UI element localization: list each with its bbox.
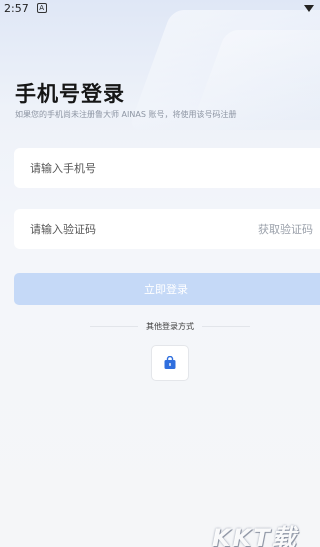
- login-button[interactable]: 立即登录: [14, 273, 320, 305]
- alt-login-button[interactable]: [151, 345, 189, 381]
- phone-input[interactable]: [30, 161, 230, 175]
- other-login-divider: 其他登录方式: [90, 320, 250, 332]
- bag-icon: [164, 356, 176, 369]
- other-login-label: 其他登录方式: [146, 321, 194, 331]
- wifi-icon: [304, 4, 314, 12]
- verification-code-input[interactable]: [30, 222, 230, 236]
- page-title: 手机号登录: [15, 82, 125, 106]
- page-subtitle: 如果您的手机尚未注册鲁大师 AINAS 账号，将使用该号码注册: [15, 110, 237, 119]
- divider-line-right: [202, 325, 250, 327]
- phone-field[interactable]: [14, 148, 320, 188]
- status-time: 2:57: [4, 1, 29, 15]
- watermark-logo: KKT载: [212, 524, 298, 547]
- notification-icon: A: [36, 3, 47, 13]
- status-bar: 2:57 A: [0, 0, 318, 16]
- divider-line-left: [90, 325, 138, 327]
- verification-code-field[interactable]: 获取验证码: [14, 209, 320, 249]
- get-code-button[interactable]: 获取验证码: [258, 221, 313, 237]
